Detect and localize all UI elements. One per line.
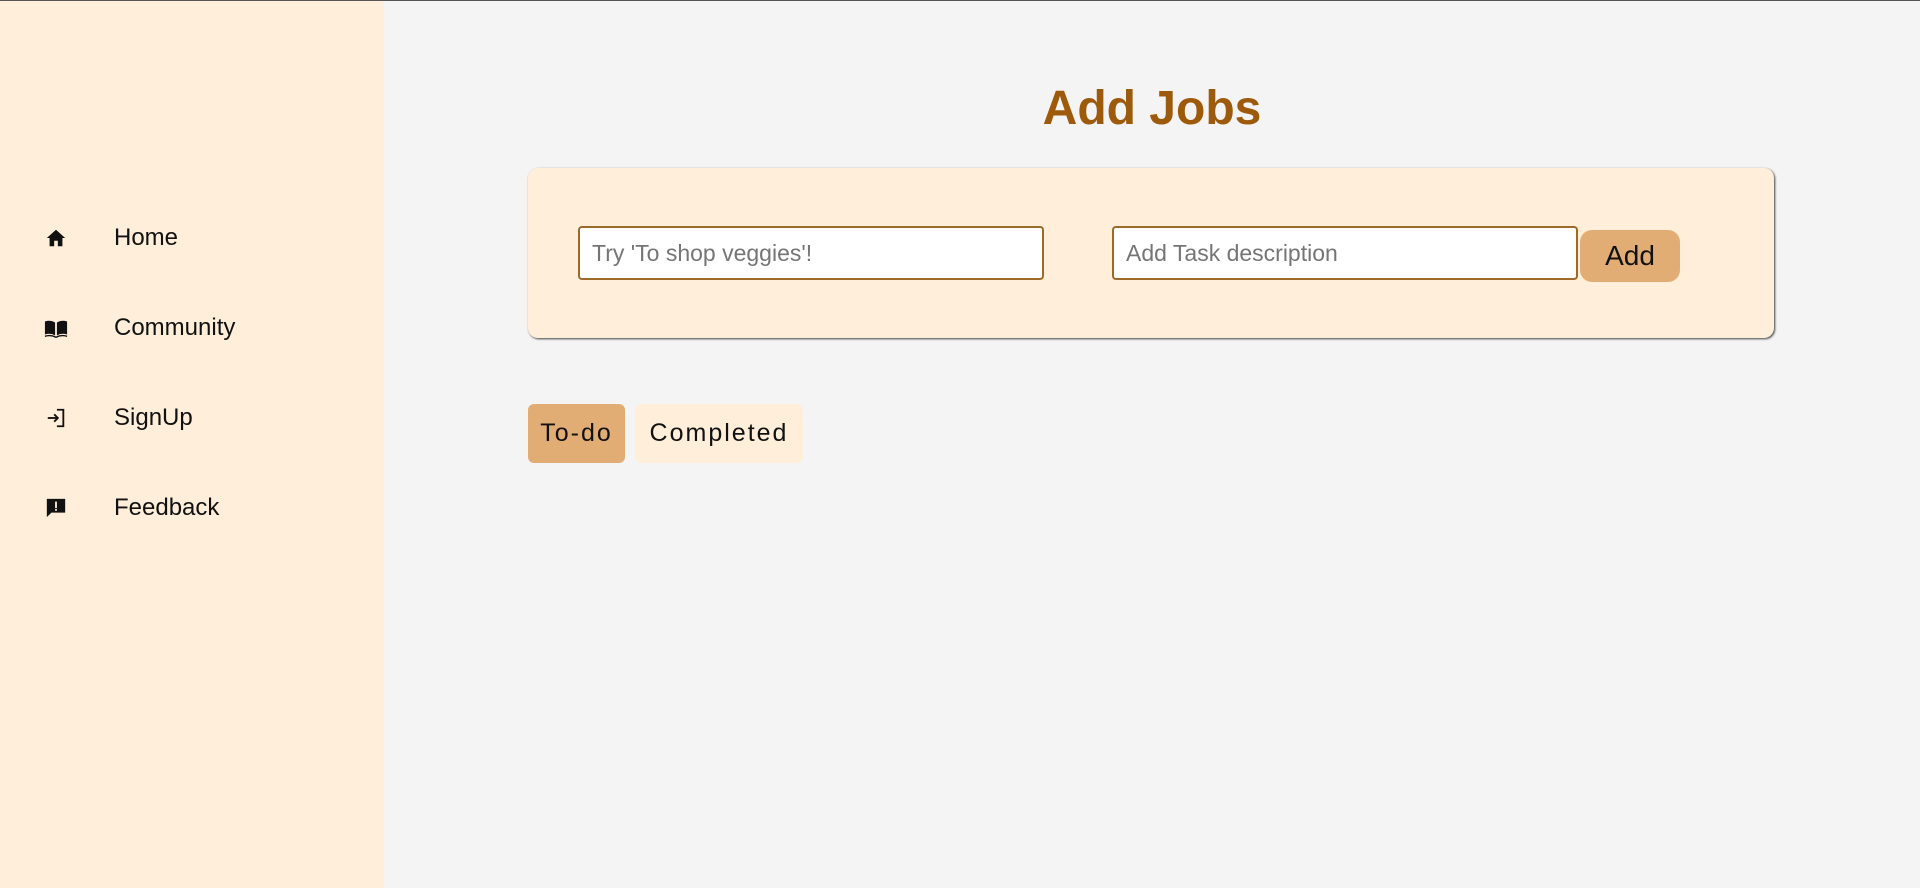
sidebar: Home Community SignUp Feedback	[0, 1, 384, 888]
sidebar-item-feedback[interactable]: Feedback	[0, 478, 384, 538]
sign-in-icon	[44, 406, 68, 430]
book-icon	[44, 316, 68, 340]
home-icon	[44, 226, 68, 250]
add-button[interactable]: Add	[1580, 230, 1680, 282]
sidebar-item-home[interactable]: Home	[0, 208, 384, 268]
feedback-icon	[44, 496, 68, 520]
main-content: Add Jobs Add To-do Completed	[384, 1, 1920, 888]
tab-todo[interactable]: To-do	[528, 404, 625, 463]
tab-completed[interactable]: Completed	[635, 404, 803, 463]
sidebar-item-label: Home	[114, 224, 179, 251]
sidebar-item-signup[interactable]: SignUp	[0, 388, 384, 448]
task-title-input[interactable]	[578, 226, 1044, 280]
sidebar-item-label: SignUp	[114, 404, 193, 431]
sidebar-item-community[interactable]: Community	[0, 298, 384, 358]
task-description-input[interactable]	[1112, 226, 1578, 280]
sidebar-item-label: Feedback	[114, 494, 220, 521]
page-title: Add Jobs	[1042, 82, 1262, 135]
add-job-card: Add	[528, 168, 1774, 338]
sidebar-item-label: Community	[114, 314, 236, 341]
